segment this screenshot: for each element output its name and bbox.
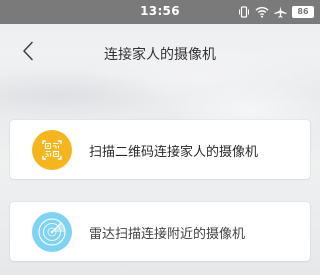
scan-qr-option[interactable]: 扫描二维码连接家人的摄像机	[10, 120, 310, 179]
vibrate-icon	[238, 6, 250, 18]
nav-bar: 连接家人的摄像机	[0, 24, 320, 82]
radar-icon	[32, 212, 72, 252]
status-bar: 13:56 86	[0, 0, 320, 24]
status-icons: 86	[238, 5, 314, 19]
battery-icon: 86	[292, 6, 314, 18]
wifi-icon	[255, 6, 269, 18]
radar-scan-option[interactable]: 雷达扫描连接附近的摄像机	[10, 202, 310, 261]
page-title: 连接家人的摄像机	[104, 47, 216, 63]
airplane-icon	[274, 6, 287, 18]
qr-code-icon	[32, 130, 72, 170]
radar-scan-label: 雷达扫描连接附近的摄像机	[89, 227, 246, 242]
scan-qr-label: 扫描二维码连接家人的摄像机	[89, 145, 259, 160]
